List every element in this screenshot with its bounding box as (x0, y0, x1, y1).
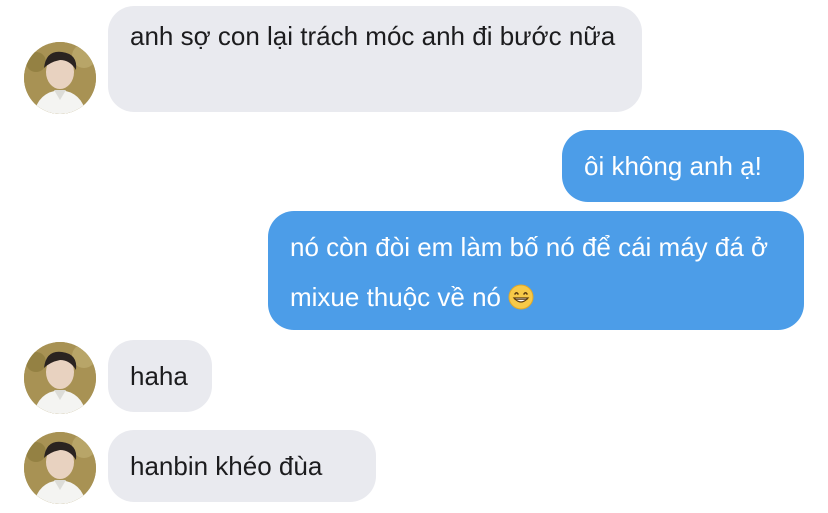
message-bubble-incoming[interactable]: haha (108, 340, 212, 412)
chat-thread: anh sợ con lại trách móc anh đi bước nữa… (0, 0, 828, 513)
message-bubble-incoming[interactable]: hanbin khéo đùa (108, 430, 376, 502)
message-bubble-outgoing[interactable]: ôi không anh ạ! (562, 130, 804, 202)
contact-avatar[interactable] (24, 42, 96, 114)
message-text: ôi không anh ạ! (584, 151, 762, 181)
message-text: haha (130, 361, 188, 391)
message-bubble-outgoing[interactable]: nó còn đòi em làm bố nó để cái máy đá ở … (268, 211, 804, 330)
message-text: hanbin khéo đùa (130, 451, 323, 481)
message-bubble-incoming[interactable]: anh sợ con lại trách móc anh đi bước nữa (108, 6, 642, 112)
message-text: anh sợ con lại trách móc anh đi bước nữa (130, 21, 616, 51)
contact-avatar[interactable] (24, 342, 96, 414)
grinning-face-emoji-icon (508, 284, 534, 310)
contact-avatar[interactable] (24, 432, 96, 504)
